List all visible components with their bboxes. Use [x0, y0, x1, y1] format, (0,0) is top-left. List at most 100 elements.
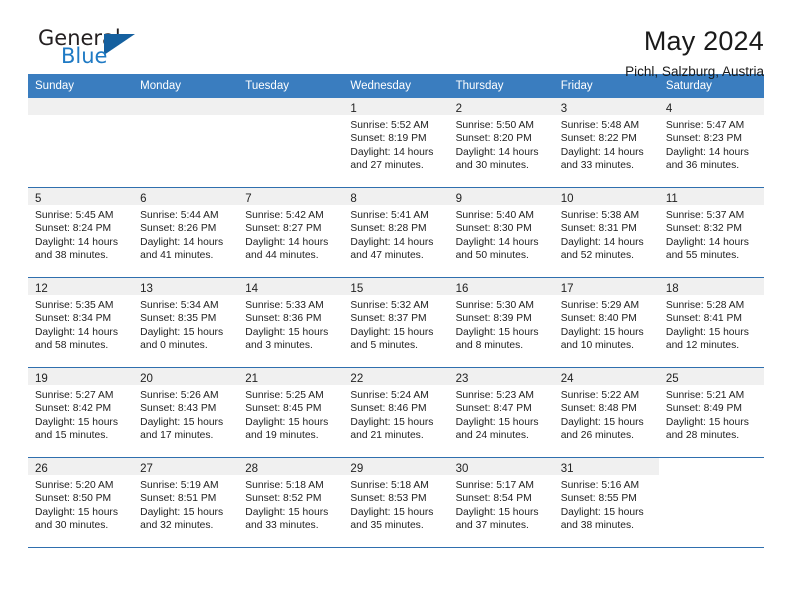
calendar-week-row: 5 Sunrise: 5:45 AM Sunset: 8:24 PM Daylight… [28, 187, 764, 278]
day-cell-inner: 20 Sunrise: 5:26 AM Sunset: 8:43 PM Dayligh… [133, 368, 239, 457]
daylight-text-line2: and 33 minutes. [245, 519, 319, 531]
day-number-band: 23 [448, 368, 554, 385]
sunset-text: Sunset: 8:42 PM [35, 403, 112, 415]
sunset-text: Sunset: 8:34 PM [35, 313, 112, 325]
daylight-text-line1: Daylight: 15 hours [140, 506, 224, 518]
weekday-header-monday: Monday [133, 74, 239, 98]
sunset-text: Sunset: 8:55 PM [560, 493, 637, 505]
daylight-text-line2: and 36 minutes. [665, 159, 740, 171]
day-cell-inner: 24 Sunrise: 5:22 AM Sunset: 8:48 PM Dayligh… [553, 368, 659, 457]
day-cell-29[interactable]: 29 Sunrise: 5:18 AM Sunset: 8:53 PM Dayligh… [343, 457, 449, 548]
day-cell-inner [659, 458, 764, 547]
day-cell-17[interactable]: 17 Sunrise: 5:29 AM Sunset: 8:40 PM Dayligh… [553, 277, 659, 368]
daylight-text-line2: and 19 minutes. [245, 429, 319, 441]
day-number-band: 12 [28, 278, 134, 295]
sunrise-text: Sunrise: 5:27 AM [35, 390, 114, 401]
day-cell-11[interactable]: 11 Sunrise: 5:37 AM Sunset: 8:32 PM Dayligh… [658, 187, 764, 278]
calendar-week-row: 12 Sunrise: 5:35 AM Sunset: 8:34 PM Dayligh… [28, 277, 764, 368]
day-number-band: 14 [238, 278, 344, 295]
sunrise-text: Sunrise: 5:45 AM [35, 210, 114, 221]
day-cell-21[interactable]: 21 Sunrise: 5:25 AM Sunset: 8:45 PM Dayligh… [238, 367, 344, 458]
sunset-text: Sunset: 8:48 PM [560, 403, 637, 415]
day-cell-30[interactable]: 30 Sunrise: 5:17 AM Sunset: 8:54 PM Dayligh… [448, 457, 554, 548]
logo-text-blue: Blue [61, 44, 108, 68]
day-cell-12[interactable]: 12 Sunrise: 5:35 AM Sunset: 8:34 PM Dayligh… [28, 277, 134, 368]
day-cell-6[interactable]: 6 Sunrise: 5:44 AM Sunset: 8:26 PM Daylight… [133, 187, 239, 278]
day-cell-8[interactable]: 8 Sunrise: 5:41 AM Sunset: 8:28 PM Daylight… [343, 187, 449, 278]
sunrise-text: Sunrise: 5:28 AM [665, 300, 745, 311]
day-cell-15[interactable]: 15 Sunrise: 5:32 AM Sunset: 8:37 PM Dayligh… [343, 277, 449, 368]
sunset-text: Sunset: 8:46 PM [350, 403, 427, 415]
daylight-text-line2: and 15 minutes. [35, 429, 109, 441]
day-number: 9 [455, 193, 462, 205]
day-details: Sunrise: 5:18 AM Sunset: 8:52 PM Daylight:… [238, 475, 343, 532]
day-details: Sunrise: 5:19 AM Sunset: 8:51 PM Daylight:… [133, 475, 238, 532]
day-cell-5[interactable]: 5 Sunrise: 5:45 AM Sunset: 8:24 PM Daylight… [28, 187, 134, 278]
day-cell-13[interactable]: 13 Sunrise: 5:34 AM Sunset: 8:35 PM Dayligh… [133, 277, 239, 368]
sunset-text: Sunset: 8:26 PM [140, 223, 217, 235]
sunrise-sunset-calendar: Sunday Monday Tuesday Wednesday Thursday Frid… [28, 74, 764, 548]
day-cell-20[interactable]: 20 Sunrise: 5:26 AM Sunset: 8:43 PM Dayligh… [133, 367, 239, 458]
day-cell-7[interactable]: 7 Sunrise: 5:42 AM Sunset: 8:27 PM Daylight… [238, 187, 344, 278]
day-cell-inner: 23 Sunrise: 5:23 AM Sunset: 8:47 PM Dayligh… [448, 368, 554, 457]
day-cell-23[interactable]: 23 Sunrise: 5:23 AM Sunset: 8:47 PM Dayligh… [448, 367, 554, 458]
day-number-band: 10 [553, 188, 659, 205]
day-cell-1[interactable]: 1 Sunrise: 5:52 AM Sunset: 8:19 PM Daylight… [343, 98, 449, 188]
day-number: 6 [140, 193, 147, 205]
daylight-text-line1: Daylight: 15 hours [350, 416, 434, 428]
sunrise-text: Sunrise: 5:19 AM [140, 480, 219, 491]
sunrise-text: Sunrise: 5:50 AM [455, 120, 534, 131]
day-cell-31[interactable]: 31 Sunrise: 5:16 AM Sunset: 8:55 PM Dayligh… [553, 457, 659, 548]
daylight-text-line2: and 26 minutes. [560, 429, 634, 441]
day-cell-empty [28, 98, 134, 188]
sunrise-text: Sunrise: 5:29 AM [560, 300, 640, 311]
day-cell-9[interactable]: 9 Sunrise: 5:40 AM Sunset: 8:30 PM Daylight… [448, 187, 554, 278]
day-number-band: 11 [658, 188, 764, 205]
day-cell-10[interactable]: 10 Sunrise: 5:38 AM Sunset: 8:31 PM Dayligh… [553, 187, 659, 278]
daylight-text-line2: and 27 minutes. [350, 159, 424, 171]
day-number: 31 [560, 463, 574, 475]
day-cell-27[interactable]: 27 Sunrise: 5:19 AM Sunset: 8:51 PM Dayligh… [133, 457, 239, 548]
day-number: 12 [35, 283, 48, 295]
sunrise-text: Sunrise: 5:42 AM [245, 210, 324, 221]
day-cell-22[interactable]: 22 Sunrise: 5:24 AM Sunset: 8:46 PM Dayligh… [343, 367, 449, 458]
day-details: Sunrise: 5:21 AM Sunset: 8:49 PM Daylight:… [659, 385, 764, 442]
day-number: 28 [245, 463, 259, 475]
day-number-band: 31 [553, 458, 659, 475]
day-cell-25[interactable]: 25 Sunrise: 5:21 AM Sunset: 8:49 PM Dayligh… [658, 367, 764, 458]
day-cell-empty [238, 98, 344, 188]
day-cell-inner: 12 Sunrise: 5:35 AM Sunset: 8:34 PM Dayligh… [28, 278, 134, 367]
day-details: Sunrise: 5:37 AM Sunset: 8:32 PM Daylight:… [659, 205, 764, 262]
day-cell-28[interactable]: 28 Sunrise: 5:18 AM Sunset: 8:52 PM Dayligh… [238, 457, 344, 548]
daylight-text-line1: Daylight: 14 hours [35, 326, 118, 338]
day-cell-24[interactable]: 24 Sunrise: 5:22 AM Sunset: 8:48 PM Dayligh… [553, 367, 659, 458]
day-cell-26[interactable]: 26 Sunrise: 5:20 AM Sunset: 8:50 PM Dayligh… [28, 457, 134, 548]
day-cell-19[interactable]: 19 Sunrise: 5:27 AM Sunset: 8:42 PM Dayligh… [28, 367, 134, 458]
day-cell-16[interactable]: 16 Sunrise: 5:30 AM Sunset: 8:39 PM Dayligh… [448, 277, 554, 368]
sunrise-text: Sunrise: 5:24 AM [350, 390, 429, 401]
day-number: 7 [245, 193, 252, 205]
daylight-text-line2: and 30 minutes. [455, 159, 529, 171]
day-details: Sunrise: 5:22 AM Sunset: 8:48 PM Daylight:… [554, 385, 659, 442]
sunrise-text: Sunrise: 5:18 AM [350, 480, 429, 491]
day-cell-14[interactable]: 14 Sunrise: 5:33 AM Sunset: 8:36 PM Dayligh… [238, 277, 344, 368]
weekday-header-wednesday: Wednesday [343, 74, 449, 98]
day-cell-4[interactable]: 4 Sunrise: 5:47 AM Sunset: 8:23 PM Daylight… [658, 98, 764, 188]
daylight-text-line1: Daylight: 14 hours [665, 236, 749, 248]
sunset-text: Sunset: 8:20 PM [455, 133, 532, 145]
day-number-band: 15 [343, 278, 449, 295]
daylight-text-line1: Daylight: 15 hours [560, 506, 644, 518]
day-number-band [28, 98, 134, 115]
sunset-text: Sunset: 8:47 PM [455, 403, 532, 415]
day-cell-inner: 25 Sunrise: 5:21 AM Sunset: 8:49 PM Dayligh… [658, 368, 764, 457]
day-number: 25 [665, 373, 679, 385]
day-number-band: 6 [133, 188, 239, 205]
general-blue-logo[interactable]: General Blue [28, 26, 158, 72]
day-cell-3[interactable]: 3 Sunrise: 5:48 AM Sunset: 8:22 PM Daylight… [553, 98, 659, 188]
day-cell-18[interactable]: 18 Sunrise: 5:28 AM Sunset: 8:41 PM Dayligh… [658, 277, 764, 368]
day-cell-inner: 26 Sunrise: 5:20 AM Sunset: 8:50 PM Dayligh… [28, 458, 134, 547]
day-cell-2[interactable]: 2 Sunrise: 5:50 AM Sunset: 8:20 PM Daylight… [448, 98, 554, 188]
sunset-text: Sunset: 8:27 PM [245, 223, 322, 235]
day-number: 26 [35, 463, 48, 475]
day-details: Sunrise: 5:34 AM Sunset: 8:35 PM Daylight:… [133, 295, 238, 352]
